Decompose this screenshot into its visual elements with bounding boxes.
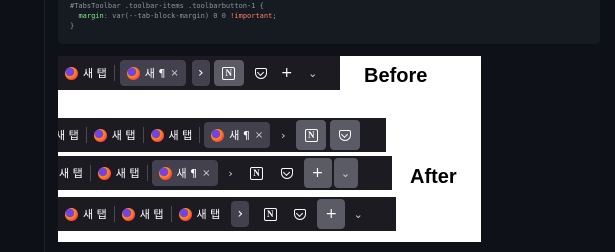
tab-separator [199, 127, 201, 143]
tab-title: 새 ¶ [176, 167, 198, 180]
tab-title: 새 탭 [139, 208, 164, 221]
firefox-icon [211, 128, 225, 142]
notion-icon: N [263, 207, 277, 221]
code-line-2: margin: var(--tab-block-margin) 0 0 !imp… [70, 11, 588, 21]
code-snippet: #TabsToolbar .toolbar-items .toolbarbutt… [58, 0, 600, 44]
firefox-icon [121, 207, 135, 221]
tab-selected[interactable]: 새 ¶ × [119, 60, 186, 86]
tab-separator [146, 165, 148, 181]
left-panel [0, 0, 45, 252]
toolbar-after-3: 새 탭 새 탭 새 탭 › N + ⌄ [58, 197, 396, 231]
new-tab-button[interactable]: + [274, 60, 300, 86]
firefox-icon [158, 166, 172, 180]
pocket-button[interactable] [287, 201, 313, 227]
label-before: Before [364, 65, 428, 87]
new-tab-button[interactable]: + [317, 199, 346, 229]
notion-button[interactable]: N [244, 160, 270, 186]
comparison-image: 새 탭 새 ¶ × › N + ⌄ Before 새 탭 새 탭 새 탭 새 ¶ ×… [58, 56, 481, 242]
tab[interactable]: 새 탭 [144, 122, 200, 148]
chevron-right-icon: › [197, 65, 204, 81]
code-property: margin [78, 12, 104, 20]
pocket-icon [280, 167, 293, 179]
close-icon[interactable]: × [255, 130, 263, 141]
code-important: !important [230, 12, 273, 20]
tab[interactable]: 새 탭 [87, 122, 143, 148]
notion-button[interactable]: N [257, 201, 283, 227]
label-after: After [410, 166, 457, 188]
chevron-right-icon: › [228, 166, 233, 180]
tab-title: 새 탭 [168, 129, 193, 142]
tab[interactable]: 새 탭 [172, 201, 228, 227]
chevron-right-icon: › [237, 206, 244, 222]
tab[interactable]: 새 탭 [115, 201, 171, 227]
scroll-right-button[interactable]: › [222, 160, 240, 186]
tab[interactable]: 새 탭 [58, 122, 86, 148]
plus-icon: + [325, 206, 338, 222]
pocket-button[interactable] [248, 60, 274, 86]
code-line-3: } [70, 22, 75, 30]
list-all-tabs-button[interactable]: ⌄ [300, 60, 326, 86]
pocket-icon [254, 67, 267, 79]
tab-title: 새 ¶ [229, 129, 250, 142]
firefox-icon [126, 66, 140, 80]
close-icon[interactable]: × [170, 68, 178, 79]
pocket-icon [339, 129, 352, 141]
tab-title: 새 탭 [115, 167, 140, 180]
tab-title: 새 탭 [58, 129, 79, 142]
tab-title: 새 탭 [196, 208, 221, 221]
chevron-down-icon: ⌄ [308, 66, 318, 80]
plus-icon: + [280, 65, 293, 81]
firefox-icon [93, 128, 107, 142]
scroll-right-button[interactable]: › [191, 60, 210, 86]
tab-selected[interactable]: 새 ¶ × [151, 160, 218, 186]
notion-icon: N [250, 166, 264, 180]
tab-separator [113, 65, 115, 81]
screenshot: #TabsToolbar .toolbar-items .toolbarbutt… [0, 0, 615, 252]
firefox-icon [65, 66, 78, 80]
list-all-tabs-button[interactable]: ⌄ [345, 201, 371, 227]
toolbar-after-1: 새 탭 새 탭 새 탭 새 ¶ × › N [58, 118, 386, 152]
pocket-button[interactable] [274, 160, 300, 186]
notion-icon: N [304, 128, 318, 142]
tab-selected[interactable]: 새 ¶ × [204, 122, 271, 148]
tab-title: 새 탭 [83, 208, 107, 221]
tab-title: 새 ¶ [144, 67, 166, 80]
firefox-icon [65, 207, 78, 221]
notion-button[interactable]: N [213, 60, 244, 86]
pocket-icon [294, 208, 307, 220]
tab-title: 새 탭 [111, 129, 136, 142]
toolbar-after-2: 새 탭 새 탭 새 ¶ × › N + ⌄ [58, 156, 392, 190]
pocket-button[interactable] [330, 120, 361, 150]
notion-button[interactable]: N [296, 120, 327, 150]
firefox-icon [150, 128, 164, 142]
chevron-down-icon: ⌄ [340, 166, 351, 180]
tab[interactable]: 새 탭 [91, 160, 147, 186]
new-tab-button[interactable]: + [303, 158, 332, 188]
chevron-right-icon: › [281, 128, 286, 142]
firefox-icon [178, 207, 192, 221]
close-icon[interactable]: × [202, 168, 210, 179]
toolbar-before: 새 탭 새 ¶ × › N + ⌄ [58, 56, 340, 90]
scroll-right-button[interactable]: › [231, 201, 250, 227]
chevron-down-icon: ⌄ [353, 207, 363, 221]
list-all-tabs-button[interactable]: ⌄ [333, 158, 358, 188]
code-value: : var(--tab-block-margin) 0 0 [103, 12, 231, 20]
scroll-right-button[interactable]: › [274, 122, 292, 148]
tab-title: 새 탭 [59, 167, 83, 180]
plus-icon: + [311, 165, 324, 181]
notion-icon: N [222, 66, 236, 80]
code-semicolon: ; [272, 12, 277, 20]
tab-title: 새 탭 [83, 67, 107, 80]
code-line-1: #TabsToolbar .toolbar-items .toolbarbutt… [70, 2, 264, 10]
tab[interactable]: 새 탭 [58, 160, 90, 186]
firefox-icon [97, 166, 111, 180]
tab[interactable]: 새 탭 [58, 201, 114, 227]
tab[interactable]: 새 탭 [58, 60, 114, 86]
right-panel [600, 0, 615, 252]
